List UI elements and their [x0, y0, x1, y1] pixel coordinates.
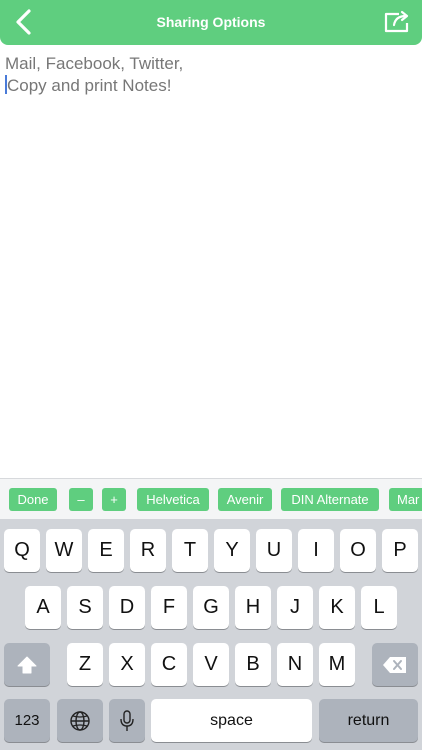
key-h[interactable]: H	[235, 586, 271, 629]
font-more-button[interactable]: Mar	[389, 488, 422, 511]
key-f[interactable]: F	[151, 586, 187, 629]
return-key[interactable]: return	[319, 699, 418, 742]
key-p[interactable]: P	[382, 529, 418, 572]
key-q[interactable]: Q	[4, 529, 40, 572]
microphone-icon	[120, 710, 134, 731]
keyboard: Q W E R T Y U I O P A S D F G H J K L Z …	[0, 519, 422, 750]
done-button[interactable]: Done	[9, 488, 57, 511]
key-w[interactable]: W	[46, 529, 82, 572]
key-b[interactable]: B	[235, 643, 271, 686]
key-l[interactable]: L	[361, 586, 397, 629]
note-text-area[interactable]: Mail, Facebook, Twitter, Copy and print …	[5, 53, 415, 97]
key-j[interactable]: J	[277, 586, 313, 629]
page-title: Sharing Options	[156, 14, 266, 30]
font-din-alternate-button[interactable]: DIN Alternate	[281, 488, 379, 511]
note-line: Copy and print Notes!	[7, 76, 172, 95]
space-key[interactable]: space	[151, 699, 312, 742]
key-v[interactable]: V	[193, 643, 229, 686]
dictation-key[interactable]	[109, 699, 145, 742]
shift-key[interactable]	[4, 643, 50, 686]
note-line: Mail, Facebook, Twitter,	[5, 54, 184, 73]
key-o[interactable]: O	[340, 529, 376, 572]
delete-key[interactable]	[372, 643, 418, 686]
share-icon	[384, 10, 409, 33]
key-i[interactable]: I	[298, 529, 334, 572]
key-y[interactable]: Y	[214, 529, 250, 572]
key-c[interactable]: C	[151, 643, 187, 686]
decrease-font-size-button[interactable]: –	[69, 488, 93, 511]
format-toolbar: Done – + Helvetica Avenir DIN Alternate …	[0, 478, 422, 520]
key-r[interactable]: R	[130, 529, 166, 572]
key-m[interactable]: M	[319, 643, 355, 686]
key-a[interactable]: A	[25, 586, 61, 629]
key-s[interactable]: S	[67, 586, 103, 629]
key-u[interactable]: U	[256, 529, 292, 572]
app-screen: Sharing Options Mail, Facebook, Twitter,…	[0, 0, 422, 750]
key-e[interactable]: E	[88, 529, 124, 572]
share-button[interactable]	[380, 6, 414, 38]
delete-icon	[383, 656, 406, 673]
increase-font-size-button[interactable]: +	[102, 488, 126, 511]
key-k[interactable]: K	[319, 586, 355, 629]
note-line-with-caret: Copy and print Notes!	[5, 75, 415, 97]
font-avenir-button[interactable]: Avenir	[218, 488, 272, 511]
shift-icon	[17, 656, 37, 674]
key-n[interactable]: N	[277, 643, 313, 686]
numbers-key[interactable]: 123	[4, 699, 50, 742]
key-z[interactable]: Z	[67, 643, 103, 686]
font-helvetica-button[interactable]: Helvetica	[137, 488, 209, 511]
globe-key[interactable]	[57, 699, 103, 742]
navigation-bar: Sharing Options	[0, 0, 422, 45]
key-g[interactable]: G	[193, 586, 229, 629]
key-t[interactable]: T	[172, 529, 208, 572]
globe-icon	[70, 711, 90, 731]
key-d[interactable]: D	[109, 586, 145, 629]
key-x[interactable]: X	[109, 643, 145, 686]
